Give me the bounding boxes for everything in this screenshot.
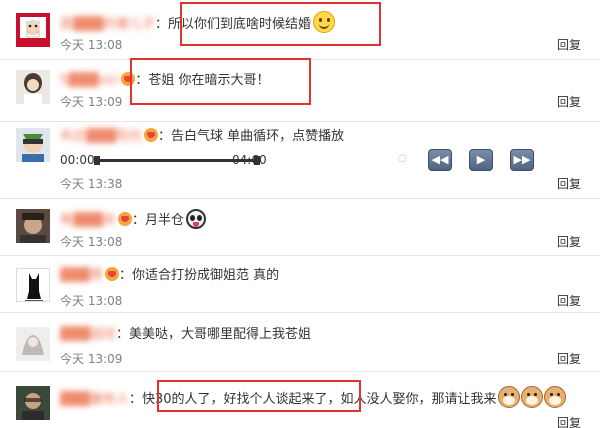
avatar-image	[16, 209, 50, 243]
previous-track-button[interactable]: ◀◀	[428, 149, 452, 171]
username[interactable]: 莸▓▓▓的傻儿子	[60, 17, 155, 32]
avatar[interactable]	[16, 70, 50, 104]
vip-badge-icon	[105, 267, 119, 281]
reply-button[interactable]: 回复	[557, 415, 581, 428]
avatar-image	[16, 327, 50, 361]
comment-text: ：告白气球 单曲循环，点赞播放	[158, 129, 345, 144]
comment-text: ：月半仓	[132, 213, 185, 228]
progress-knob[interactable]	[94, 156, 100, 165]
comment-text: ：你适合打扮成御姐范 真的	[119, 268, 280, 283]
reply-button[interactable]: 回复	[557, 234, 581, 250]
music-player: 00:00 04:60 ◌ ◀◀ ▶ ▶▶	[60, 149, 534, 171]
username[interactable]: ▓▓▓哥	[60, 268, 103, 283]
vip-badge-icon	[118, 212, 132, 226]
comment-line: 布达▓▓▓阳光 ：告白气球 单曲循环，点赞播放	[60, 128, 344, 146]
volume-icon[interactable]: ◌	[398, 153, 407, 164]
vip-badge-icon	[144, 128, 158, 142]
comment-item: 希▓▓▓杀 ：月半仓 今天 13:08 回复	[0, 199, 600, 256]
username[interactable]: 布达▓▓▓阳光	[60, 129, 142, 144]
reply-button[interactable]: 回复	[557, 176, 581, 192]
comment-line: ▓▓▓哥 ：你适合打扮成御姐范 真的	[60, 267, 279, 285]
comment-time: 今天 13:08	[60, 294, 123, 308]
comment-line: ▓▓▓喆炫：美美哒，大哥哪里配得上我苍姐	[60, 326, 311, 344]
next-track-button[interactable]: ▶▶	[510, 149, 534, 171]
comment-time: 今天 13:09	[60, 352, 123, 366]
comment-text: ：美美哒，大哥哪里配得上我苍姐	[116, 327, 312, 342]
avatar-image	[17, 269, 49, 301]
comment-time: 今天 13:38	[60, 177, 123, 191]
avatar[interactable]	[16, 327, 50, 361]
avatar-image	[16, 128, 50, 162]
comment-time: 今天 13:08	[60, 38, 123, 52]
reply-button[interactable]: 回复	[557, 293, 581, 309]
player-end-time: 04:60	[232, 153, 267, 167]
username[interactable]: S▓▓▓sicl	[60, 73, 119, 88]
avatar[interactable]	[16, 209, 50, 243]
highlight-box	[130, 58, 311, 105]
dog-emoji-icon	[520, 386, 543, 408]
reply-button[interactable]: 回复	[557, 37, 581, 53]
panda-emoji-icon	[186, 209, 207, 229]
username[interactable]: ▓▓▓喆炫	[60, 327, 116, 342]
comment-time: 今天 13:08	[60, 235, 123, 249]
comment-time: 今天 13:09	[60, 95, 123, 109]
player-start-time: 00:00	[60, 153, 95, 167]
avatar-image	[16, 13, 50, 47]
play-button[interactable]: ▶	[469, 149, 493, 171]
highlight-box	[157, 380, 361, 412]
reply-button[interactable]: 回复	[557, 94, 581, 110]
comment-item: ▓▓▓喆炫：美美哒，大哥哪里配得上我苍姐 今天 13:09 回复	[0, 313, 600, 372]
reply-button[interactable]: 回复	[557, 351, 581, 367]
comment-item: ▓▓▓哥 ：你适合打扮成御姐范 真的 今天 13:08 回复	[0, 256, 600, 313]
dog-emoji-icon	[497, 386, 520, 408]
avatar[interactable]	[16, 386, 50, 420]
username[interactable]: 希▓▓▓杀	[60, 213, 116, 228]
comment-line: 希▓▓▓杀 ：月半仓	[60, 209, 207, 230]
avatar[interactable]	[16, 13, 50, 47]
dog-emoji-icon	[543, 386, 566, 408]
highlight-box	[180, 2, 381, 46]
avatar-image	[16, 70, 50, 104]
username[interactable]: ▓▓▓最呛人	[60, 392, 129, 407]
avatar[interactable]	[16, 268, 50, 302]
avatar[interactable]	[16, 128, 50, 162]
avatar-image	[16, 386, 50, 420]
